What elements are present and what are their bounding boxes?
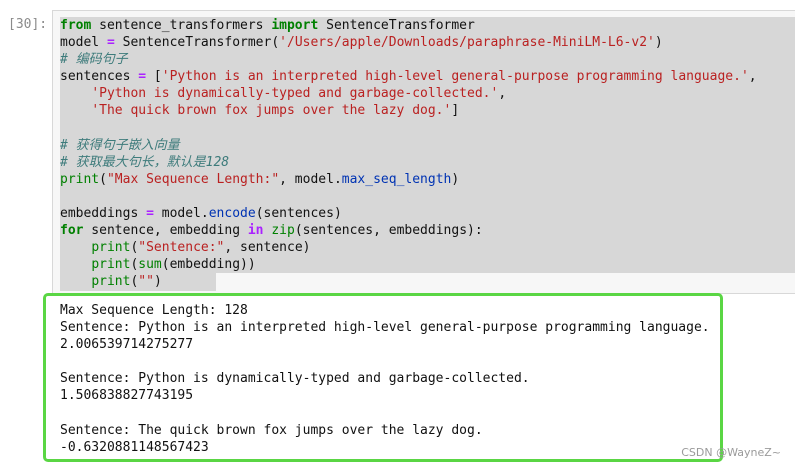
code-token: "Sentence:" [138, 240, 225, 256]
code-token: model. [153, 206, 209, 222]
code-line: model = SentenceTransformer('/Users/appl… [60, 34, 795, 52]
code-token: , sentence) [224, 240, 311, 256]
code-line: # 获取最大句长，默认是128 [60, 153, 795, 171]
code-line: 'Python is dynamically-typed and garbage… [60, 85, 795, 103]
code-token: sentence_transformers [91, 18, 272, 33]
code-token: = [138, 69, 147, 85]
code-token: print [91, 257, 131, 273]
output-text: Max Sequence Length: 128 Sentence: Python… [60, 302, 710, 456]
code-token: 'Python is dynamically-typed and garbage… [91, 86, 499, 102]
output-line: 1.506838827743195 [60, 388, 194, 404]
code-line: print(sum(embedding)) [60, 256, 795, 274]
output-line: Max Sequence Length: 128 [60, 303, 248, 318]
code-token: sum [138, 257, 162, 273]
notebook-cell: [30]: from sentence_transformers import … [0, 0, 795, 470]
code-token: (embedding)) [161, 257, 256, 273]
code-line: # 编码句子 [60, 51, 795, 69]
code-token: 'Python is an interpreted high-level gen… [161, 69, 749, 85]
code-token: , [498, 86, 507, 102]
code-token: # 编码句子 [60, 52, 128, 68]
cell-output-highlighted: Max Sequence Length: 128 Sentence: Python… [43, 293, 723, 462]
code-line: print("") [60, 273, 216, 291]
code-line: embeddings = model.encode(sentences) [60, 205, 795, 223]
code-line: for sentence, embedding in zip(sentences… [60, 222, 795, 240]
code-line: 'The quick brown fox jumps over the lazy… [60, 102, 795, 120]
code-token: # 获得句子嵌入向量 [60, 137, 180, 153]
output-line: -0.6320881148567423 [60, 439, 209, 455]
code-token: "" [138, 274, 154, 290]
output-line: Sentence: The quick brown fox jumps over… [60, 422, 483, 438]
code-line: print("Max Sequence Length:", model.max_… [60, 170, 795, 188]
code-token: (sentences) [255, 206, 342, 222]
code-token: model [60, 35, 107, 51]
watermark: CSDN @WayneZ~ [681, 446, 781, 459]
execution-count-prompt: [30]: [8, 17, 48, 32]
code-token: max_seq_length [341, 171, 452, 187]
code-token: for [60, 223, 84, 239]
code-token: ) [451, 171, 460, 187]
code-token: encode [208, 206, 256, 222]
code-token: (sentences, embeddings): [294, 223, 483, 239]
code-token: print [60, 171, 100, 187]
code-token: sentence, embedding [83, 223, 248, 239]
code-line [60, 187, 795, 206]
code-editor[interactable]: from sentence_transformers import Senten… [60, 17, 795, 291]
code-line: # 获得句子嵌入向量 [60, 136, 795, 154]
code-token: ) [654, 35, 663, 51]
code-line [60, 119, 795, 137]
code-token: zip [271, 223, 295, 239]
code-token: = [146, 206, 154, 222]
code-line: print("Sentence:", sentence) [60, 239, 795, 257]
code-token: in [247, 223, 264, 239]
code-line: sentences = ['Python is an interpreted h… [60, 68, 795, 86]
code-token: embeddings [60, 206, 147, 222]
code-token: , model. [279, 171, 342, 187]
code-token: [ [146, 69, 162, 85]
code-token: SentenceTransformer [318, 18, 475, 33]
code-token: , [748, 69, 757, 85]
code-token: # 获取最大句长，默认是128 [60, 154, 230, 170]
output-line: 2.006539714275277 [60, 337, 194, 353]
code-token: ( [99, 171, 107, 187]
code-token: sentences [60, 69, 139, 85]
output-line: Sentence: Python is an interpreted high-… [60, 320, 710, 336]
code-token: 'The quick brown fox jumps over the lazy… [91, 103, 452, 119]
code-token: print [91, 240, 131, 256]
code-token: ] [451, 103, 460, 119]
code-token: from [60, 18, 92, 33]
code-token: '/Users/apple/Downloads/paraphrase-MiniL… [279, 35, 655, 51]
code-token: SentenceTransformer( [114, 35, 280, 51]
output-line: Sentence: Python is dynamically-typed an… [60, 371, 530, 387]
code-token: import [271, 18, 319, 33]
code-token: "Max Sequence Length:" [106, 171, 280, 187]
code-input-area[interactable]: from sentence_transformers import Senten… [52, 10, 795, 294]
code-line: from sentence_transformers import Senten… [60, 17, 795, 35]
code-token: ) [153, 274, 162, 290]
code-token: = [106, 35, 115, 51]
code-token: print [91, 274, 131, 290]
